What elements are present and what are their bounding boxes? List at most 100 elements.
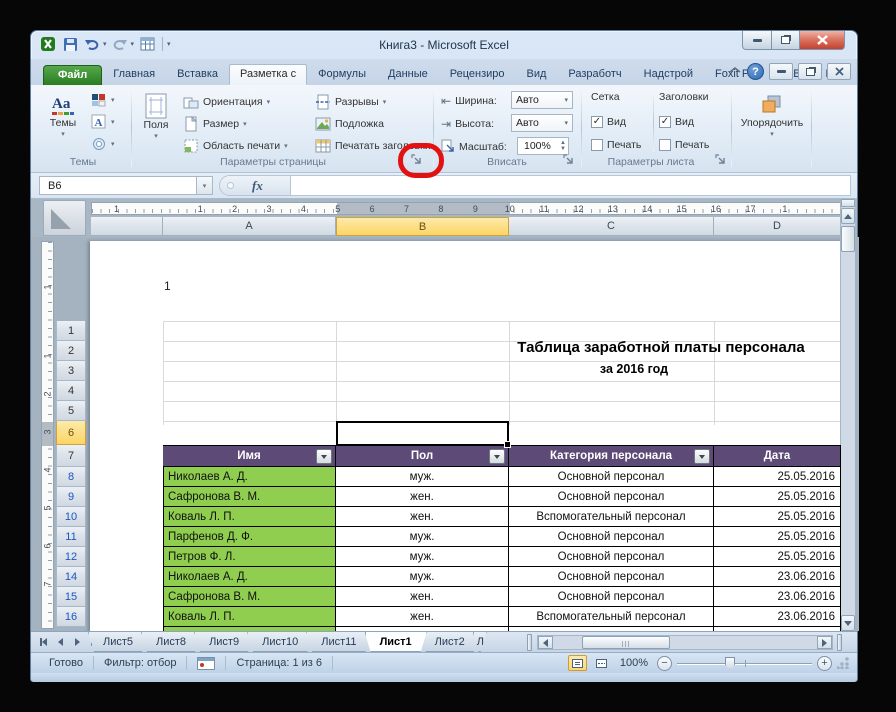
vertical-ruler[interactable]: 1 1 2 3 4 5 6 7 bbox=[41, 241, 54, 629]
category-cell[interactable]: Основной персонал bbox=[509, 587, 714, 607]
ribbon-tab[interactable]: Разметка с bbox=[229, 64, 308, 85]
row-header[interactable]: 15 bbox=[56, 587, 86, 607]
sheet-tab[interactable]: Лист2 bbox=[420, 632, 480, 652]
sheet-tab[interactable]: Лист8 bbox=[141, 632, 201, 652]
horizontal-scrollbar[interactable] bbox=[537, 635, 833, 650]
column-header[interactable]: C bbox=[509, 217, 714, 236]
table-header-cell[interactable]: Дата bbox=[714, 445, 841, 467]
row-header[interactable]: 16 bbox=[56, 607, 86, 627]
scroll-left-button[interactable] bbox=[538, 636, 553, 649]
row-header[interactable]: 12 bbox=[56, 547, 86, 567]
gender-cell[interactable]: муж. bbox=[336, 567, 509, 587]
split-handle[interactable] bbox=[841, 199, 855, 207]
horizontal-ruler[interactable]: 1 1 2 3 4 5 6 7 8 9 10 11 12 13 14 15 16 17 1 bbox=[91, 202, 843, 215]
row-header[interactable]: 9 bbox=[56, 487, 86, 507]
table-header-cell[interactable]: Имя bbox=[163, 445, 336, 467]
name-box-dropdown-icon[interactable]: ▾ bbox=[197, 176, 213, 195]
category-cell[interactable]: Основной персонал bbox=[509, 567, 714, 587]
date-cell[interactable]: 25.05.2016 bbox=[714, 547, 841, 567]
name-cell[interactable]: Коваль Л. П. bbox=[163, 607, 336, 627]
ribbon-tab[interactable]: Данные bbox=[377, 64, 439, 85]
size-button[interactable]: Размер ▾ bbox=[183, 114, 247, 134]
arrange-button[interactable]: Упорядочить ▾ bbox=[735, 89, 809, 151]
scrollbar-split-handle[interactable] bbox=[837, 634, 842, 651]
ribbon-tab[interactable]: Разработч bbox=[557, 64, 632, 85]
theme-colors-button[interactable]: ▾ bbox=[91, 90, 115, 110]
restore-button[interactable] bbox=[772, 31, 800, 50]
gender-cell[interactable]: муж. bbox=[336, 547, 509, 567]
table-header-cell[interactable]: Пол bbox=[336, 445, 509, 467]
first-sheet-icon[interactable] bbox=[36, 635, 50, 649]
row-header[interactable]: 3 bbox=[56, 361, 86, 381]
ribbon-tab[interactable]: Вид bbox=[516, 64, 558, 85]
sheet-tab[interactable]: Лист11 bbox=[306, 632, 371, 652]
category-cell[interactable]: Основной персонал bbox=[509, 487, 714, 507]
scroll-right-button[interactable] bbox=[817, 636, 832, 649]
row-header[interactable]: 14 bbox=[56, 567, 86, 587]
ribbon-tab[interactable]: Вставка bbox=[166, 64, 229, 85]
name-cell[interactable]: Сафронова В. М. bbox=[163, 587, 336, 607]
minimize-button[interactable] bbox=[742, 31, 772, 50]
gender-cell[interactable]: жен. bbox=[336, 607, 509, 627]
date-cell[interactable]: 25.05.2016 bbox=[714, 527, 841, 547]
print-titles-button[interactable]: Печатать заголовки bbox=[315, 136, 431, 156]
headings-view-checkbox[interactable]: Вид bbox=[659, 112, 694, 132]
ribbon-tab[interactable]: Надстрой bbox=[633, 64, 704, 85]
zoom-in-button[interactable]: + bbox=[817, 655, 832, 671]
category-cell[interactable]: Основной персонал bbox=[509, 527, 714, 547]
name-cell[interactable]: Парфенов Д. Ф. bbox=[163, 527, 336, 547]
row-header[interactable]: 1 bbox=[56, 321, 86, 341]
orientation-button[interactable]: Ориентация ▾ bbox=[183, 92, 270, 112]
page-header-number[interactable]: 1 bbox=[164, 279, 171, 293]
ribbon-tab[interactable]: Рецензиро bbox=[439, 64, 516, 85]
theme-fonts-button[interactable]: A ▾ bbox=[91, 112, 115, 132]
sheet-title-cell[interactable]: Таблица заработной платы персонала bbox=[411, 339, 843, 356]
row-header[interactable]: 2 bbox=[56, 341, 86, 361]
breaks-button[interactable]: Разрывы ▾ bbox=[315, 92, 386, 112]
date-cell[interactable]: 23.06.2016 bbox=[714, 587, 841, 607]
sheet-tab[interactable]: Лист1 bbox=[365, 632, 427, 652]
gender-cell[interactable]: муж. bbox=[336, 467, 509, 487]
gender-cell[interactable]: жен. bbox=[336, 507, 509, 527]
workbook-minimize-button[interactable] bbox=[769, 63, 793, 80]
insert-function-button[interactable]: fx bbox=[252, 178, 263, 194]
vertical-scrollbar[interactable] bbox=[840, 199, 855, 631]
category-cell[interactable]: Вспомогательный персонал bbox=[509, 607, 714, 627]
gender-cell[interactable]: жен. bbox=[336, 587, 509, 607]
category-cell[interactable]: Основной персонал bbox=[509, 547, 714, 567]
workbook-restore-button[interactable] bbox=[798, 63, 822, 80]
scale-spinner[interactable]: 100% ▲ ▼ bbox=[517, 137, 569, 155]
formula-input[interactable] bbox=[291, 175, 851, 196]
headings-print-checkbox[interactable]: Печать bbox=[659, 135, 709, 155]
name-box[interactable]: B6 bbox=[39, 176, 197, 195]
watermark-button[interactable]: Подложка bbox=[315, 114, 384, 134]
category-cell[interactable]: Вспомогательный персонал bbox=[509, 507, 714, 527]
page-layout-view-button[interactable] bbox=[567, 655, 587, 671]
zoom-slider-thumb[interactable] bbox=[725, 656, 735, 670]
date-cell[interactable]: 23.06.2016 bbox=[714, 567, 841, 587]
filter-dropdown-button[interactable] bbox=[489, 449, 505, 464]
sheet-subtitle-cell[interactable]: за 2016 год bbox=[384, 362, 843, 376]
row-header[interactable]: 10 bbox=[56, 507, 86, 527]
date-cell[interactable]: 25.05.2016 bbox=[714, 507, 841, 527]
close-button[interactable] bbox=[800, 31, 845, 50]
date-cell[interactable]: 25.05.2016 bbox=[714, 487, 841, 507]
filter-dropdown-button[interactable] bbox=[694, 449, 710, 464]
zoom-out-button[interactable]: − bbox=[657, 655, 672, 671]
gridlines-view-checkbox[interactable]: Вид bbox=[591, 112, 626, 132]
selected-cell-b6[interactable] bbox=[336, 421, 511, 448]
resize-grip[interactable] bbox=[837, 657, 849, 669]
macro-record-icon[interactable] bbox=[197, 656, 216, 670]
row-header[interactable]: 8 bbox=[56, 467, 86, 487]
margins-button[interactable]: Поля ▾ bbox=[135, 89, 177, 151]
themes-button[interactable]: Aa Темы ▾ bbox=[41, 89, 85, 151]
ribbon-tab[interactable]: Формулы bbox=[307, 64, 377, 85]
column-header[interactable]: A bbox=[163, 217, 336, 236]
name-cell[interactable]: Коваль Л. П. bbox=[163, 507, 336, 527]
scroll-down-button[interactable] bbox=[841, 615, 855, 631]
width-select[interactable]: Авто ▾ bbox=[511, 91, 573, 109]
print-area-button[interactable]: Область печати ▾ bbox=[183, 136, 288, 156]
sheet-tab[interactable]: Лист5 bbox=[88, 632, 148, 652]
tab-split-handle[interactable] bbox=[527, 634, 532, 651]
row-header[interactable]: 11 bbox=[56, 527, 86, 547]
